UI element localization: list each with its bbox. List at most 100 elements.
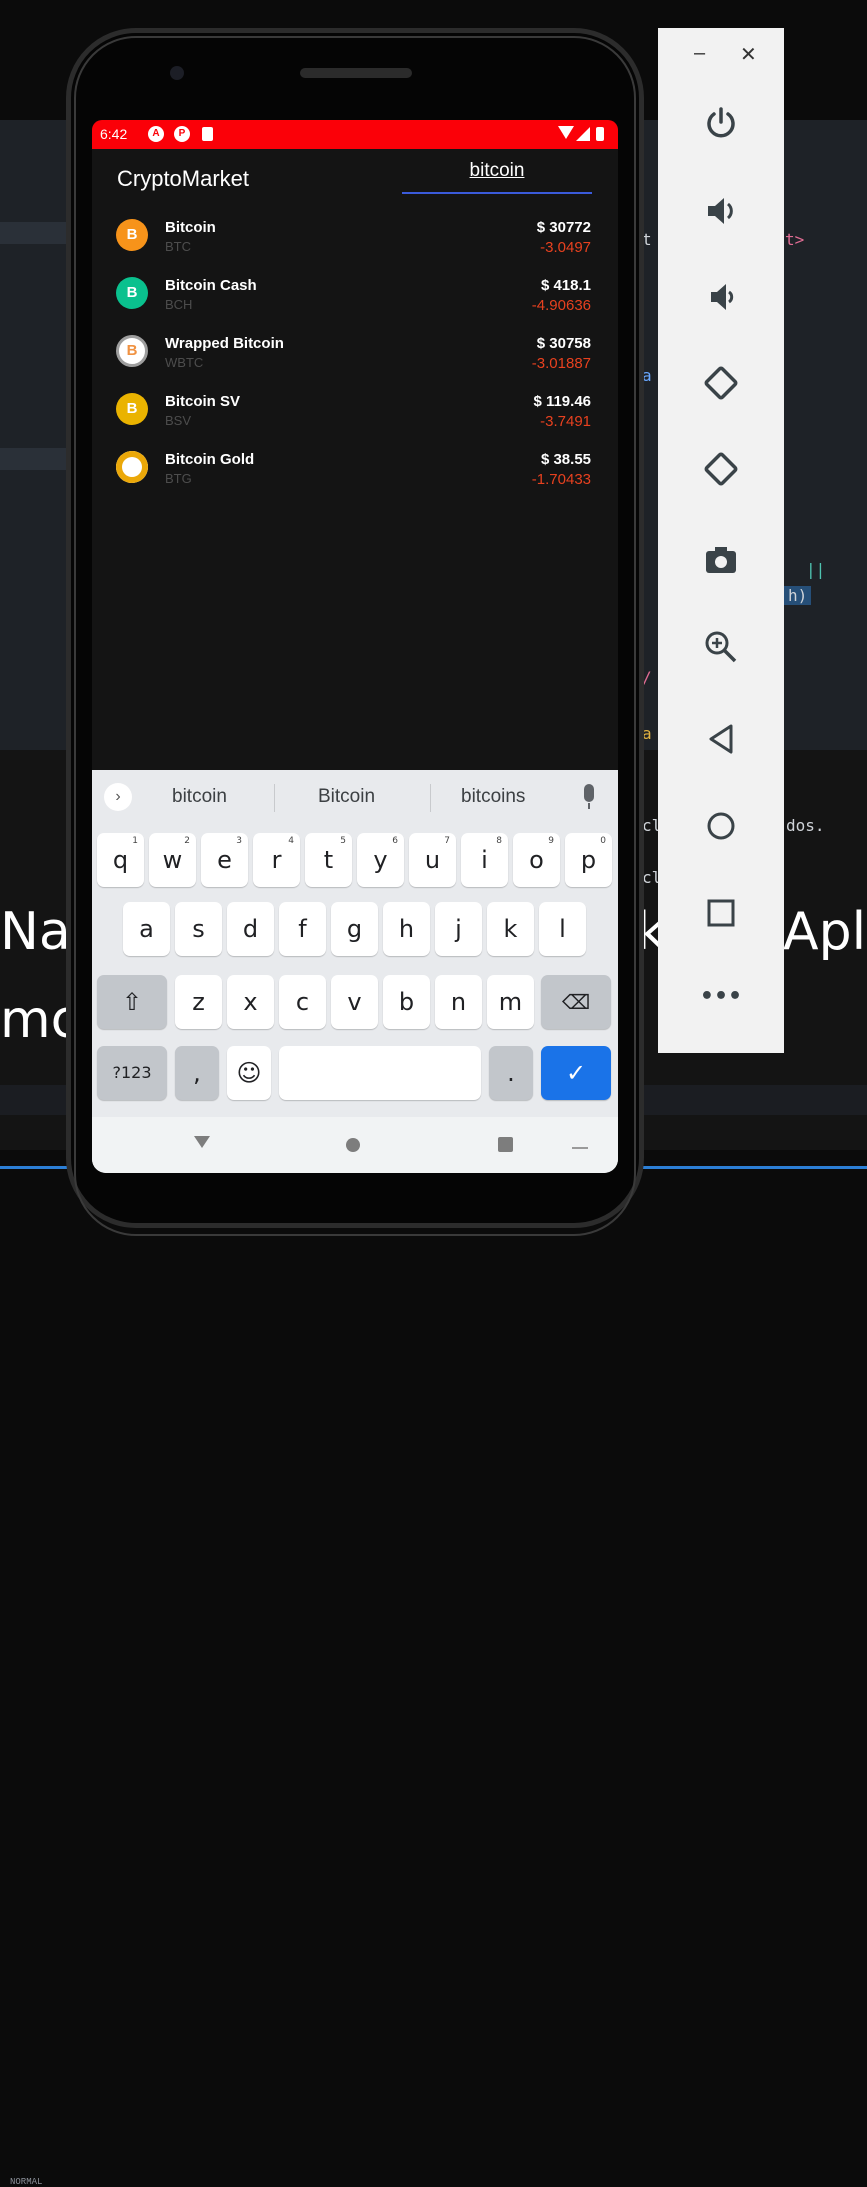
nav-home-icon[interactable]: [346, 1138, 360, 1152]
code-fragment: dos.: [786, 816, 825, 835]
key-hint: 9: [548, 836, 554, 846]
coin-name: Wrapped Bitcoin: [165, 335, 284, 352]
coin-row-bitcoin-gold[interactable]: B Bitcoin Gold BTG $ 38.55 -1.70433: [92, 444, 618, 502]
enter-key[interactable]: ✓: [541, 1046, 611, 1100]
key-h[interactable]: h: [383, 902, 430, 956]
key-c[interactable]: c: [279, 975, 326, 1029]
coin-price: $ 30758: [536, 335, 591, 352]
comma-key[interactable]: ,: [175, 1046, 219, 1100]
close-button[interactable]: ✕: [740, 42, 757, 67]
key-v[interactable]: v: [331, 975, 378, 1029]
camera-icon[interactable]: [696, 535, 746, 585]
key-r[interactable]: r4: [253, 833, 300, 887]
zoom-icon[interactable]: [696, 622, 746, 672]
coin-change: -4.90636: [531, 297, 591, 314]
battery-icon: [596, 127, 604, 141]
key-e[interactable]: e3: [201, 833, 248, 887]
backspace-key[interactable]: ⌫: [541, 975, 611, 1029]
signal-icon: [576, 127, 590, 141]
earpiece-speaker: [300, 68, 412, 78]
key-label: y: [373, 846, 388, 874]
key-s[interactable]: s: [175, 902, 222, 956]
coin-row-wrapped-bitcoin[interactable]: B Wrapped Bitcoin WBTC $ 30758 -3.01887: [92, 328, 618, 386]
rotate-right-icon[interactable]: [696, 444, 746, 494]
bitcoin-cash-logo-icon: B: [116, 277, 148, 309]
code-fragment: t>: [785, 230, 805, 249]
key-f[interactable]: f: [279, 902, 326, 956]
coin-symbol: BTG: [165, 471, 192, 486]
emoji-key[interactable]: ☺: [227, 1046, 271, 1100]
key-label: i: [481, 846, 488, 874]
expand-arrow-icon[interactable]: ›: [104, 783, 132, 811]
key-label: p: [580, 846, 597, 874]
overview-icon[interactable]: [696, 888, 746, 938]
key-label: e: [217, 846, 232, 874]
key-w[interactable]: w2: [149, 833, 196, 887]
key-k[interactable]: k: [487, 902, 534, 956]
key-u[interactable]: u7: [409, 833, 456, 887]
key-z[interactable]: z: [175, 975, 222, 1029]
key-y[interactable]: y6: [357, 833, 404, 887]
key-a[interactable]: a: [123, 902, 170, 956]
spacebar-key[interactable]: [279, 1046, 481, 1100]
notification-p-icon: P: [174, 126, 190, 142]
search-input[interactable]: bitcoin: [402, 156, 592, 194]
coin-row-bitcoin-sv[interactable]: B Bitcoin SV BSV $ 119.46 -3.7491: [92, 386, 618, 444]
period-key[interactable]: .: [489, 1046, 533, 1100]
key-label: q: [112, 846, 129, 874]
key-label: r: [271, 846, 282, 874]
shift-key[interactable]: ⇧: [97, 975, 167, 1029]
divider: [274, 784, 275, 812]
symbols-key[interactable]: ?123: [97, 1046, 167, 1100]
bitcoin-sv-logo-icon: B: [116, 393, 148, 425]
key-o[interactable]: o9: [513, 833, 560, 887]
key-d[interactable]: d: [227, 902, 274, 956]
key-m[interactable]: m: [487, 975, 534, 1029]
suggestion-item[interactable]: Bitcoin: [318, 786, 375, 808]
video-caption-text: Na: [0, 902, 71, 962]
coin-row-bitcoin-cash[interactable]: B Bitcoin Cash BCH $ 418.1 -4.90636: [92, 270, 618, 328]
bitcoin-logo-icon: B: [116, 219, 148, 251]
key-label: o: [529, 846, 544, 874]
key-l[interactable]: l: [539, 902, 586, 956]
microphone-icon[interactable]: [584, 784, 594, 809]
suggestion-item[interactable]: bitcoin: [172, 786, 227, 808]
more-icon[interactable]: •••: [696, 972, 746, 1022]
coin-price: $ 119.46: [533, 393, 591, 410]
status-time: 6:42: [100, 126, 128, 142]
emulator-toolbar: – ✕ •••: [658, 28, 784, 1053]
key-b[interactable]: b: [383, 975, 430, 1029]
home-icon[interactable]: [696, 801, 746, 851]
key-hint: 4: [288, 836, 294, 846]
bitcoin-gold-logo-icon: B: [116, 451, 148, 483]
nav-back-icon[interactable]: [194, 1136, 210, 1148]
power-icon[interactable]: [696, 98, 746, 148]
minimize-button[interactable]: –: [694, 42, 705, 65]
key-q[interactable]: q1: [97, 833, 144, 887]
suggestion-item[interactable]: bitcoins: [461, 786, 525, 808]
key-hint: 7: [444, 836, 450, 846]
key-p[interactable]: p0: [565, 833, 612, 887]
back-icon[interactable]: [696, 714, 746, 764]
volume-up-icon[interactable]: [696, 186, 746, 236]
search-input-value[interactable]: bitcoin: [402, 156, 592, 186]
key-g[interactable]: g: [331, 902, 378, 956]
nav-recents-icon[interactable]: [498, 1137, 513, 1152]
coin-row-bitcoin[interactable]: B Bitcoin BTC $ 30772 -3.0497: [92, 212, 618, 270]
coin-price: $ 30772: [536, 219, 591, 236]
system-navigation-bar: [92, 1117, 618, 1173]
soft-keyboard: › bitcoin Bitcoin bitcoins q1 w2 e3 r4 t…: [92, 770, 618, 1173]
key-n[interactable]: n: [435, 975, 482, 1029]
key-hint: 1: [132, 836, 138, 846]
coin-change: -1.70433: [531, 471, 591, 488]
key-i[interactable]: i8: [461, 833, 508, 887]
keyboard-switch-icon[interactable]: [572, 1141, 588, 1149]
key-hint: 0: [600, 836, 606, 846]
key-x[interactable]: x: [227, 975, 274, 1029]
key-t[interactable]: t5: [305, 833, 352, 887]
coin-name: Bitcoin: [165, 219, 216, 236]
volume-down-icon[interactable]: [696, 272, 746, 322]
key-j[interactable]: j: [435, 902, 482, 956]
key-label: w: [162, 846, 183, 874]
rotate-left-icon[interactable]: [696, 358, 746, 408]
